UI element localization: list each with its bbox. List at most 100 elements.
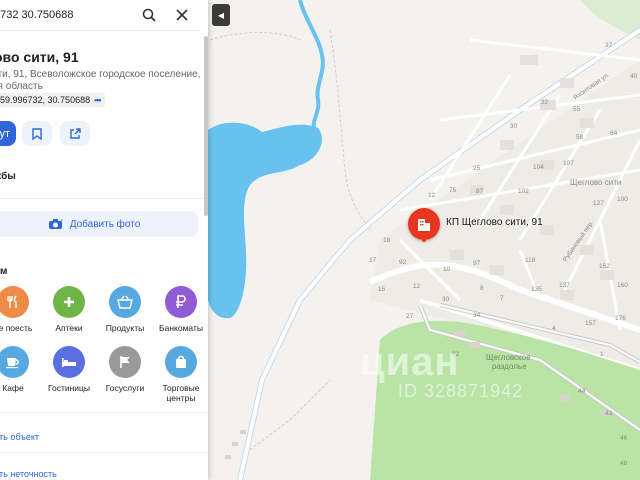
report-error-link[interactable]: ить неточность	[0, 469, 57, 479]
panel-scrollbar[interactable]	[204, 36, 208, 216]
house-number: 4	[552, 325, 556, 332]
house-number: 100	[617, 196, 628, 203]
category-label: Кафе	[2, 383, 24, 393]
pin-point	[422, 238, 426, 242]
house-number: 18	[383, 237, 391, 244]
house-number: 64	[610, 130, 618, 137]
close-icon	[176, 9, 188, 21]
category-item[interactable]: Госуслуги	[98, 346, 152, 393]
fork-knife-icon	[0, 286, 29, 318]
house-number: 75	[449, 187, 457, 194]
search-bar[interactable]: 5732 30.750688	[0, 0, 200, 31]
house-number: 12	[413, 283, 421, 290]
coordinates-text: 59.996732, 30.750688	[0, 95, 91, 105]
house-number: 137	[559, 282, 570, 289]
bookmark-icon	[32, 127, 42, 140]
category-item[interactable]: Торговые центры	[154, 346, 208, 403]
svg-text:+: +	[60, 218, 63, 224]
add-photo-button[interactable]: + Добавить фото	[0, 211, 198, 237]
coordinates-chip[interactable]: 59.996732, 30.750688 •••	[0, 93, 105, 107]
category-label: Торговые центры	[162, 383, 200, 403]
flag-icon	[109, 346, 141, 378]
chevron-left-icon: ◀	[217, 10, 225, 20]
category-item[interactable]: Кафе	[0, 346, 40, 393]
bookmark-button[interactable]	[22, 121, 52, 146]
house-number: 55	[573, 106, 581, 113]
house-number: 97	[473, 260, 481, 267]
share-icon	[70, 127, 81, 139]
house-number: 135	[531, 286, 542, 293]
house-number: 10	[443, 266, 451, 273]
house-number: 17	[369, 257, 377, 264]
house-number: 104	[533, 164, 544, 171]
watermark: циан ID 328871942	[360, 340, 523, 402]
house-number: 58	[576, 134, 584, 141]
house-number: 40	[630, 73, 638, 80]
search-icon	[142, 8, 156, 22]
place-panel: 5732 30.750688 ово сити, 91 ити, 91, Все…	[0, 0, 208, 480]
house-number: 127	[593, 200, 604, 207]
address-line-2: ая область	[0, 81, 43, 92]
house-number: 25	[473, 165, 481, 172]
divider	[0, 412, 208, 413]
category-item[interactable]: Аптеки	[42, 286, 96, 333]
more-icon[interactable]: •••	[94, 95, 102, 105]
house-number: 43	[605, 410, 613, 417]
house-number: 44	[578, 388, 586, 395]
house-number: 8	[480, 285, 484, 292]
house-number: 92	[399, 259, 407, 266]
house-number: 12	[428, 192, 436, 199]
add-photo-label: Добавить фото	[69, 218, 141, 230]
category-item[interactable]: Банкоматы	[154, 286, 208, 333]
shopping-bag-icon	[165, 346, 197, 378]
category-label: Госуслуги	[105, 383, 145, 393]
house-number: 87	[476, 188, 484, 195]
plus-icon	[53, 286, 85, 318]
address-line-1: ити, 91, Всеволожское городское поселени…	[0, 69, 201, 80]
bed-icon	[53, 346, 85, 378]
category-item[interactable]: де поесть	[0, 286, 40, 333]
route-button[interactable]: ут	[0, 121, 16, 146]
house-number: 37	[605, 42, 613, 49]
location-pin[interactable]	[408, 208, 440, 240]
category-item[interactable]: Гостиницы	[42, 346, 96, 393]
close-button[interactable]	[171, 4, 193, 26]
basket-icon	[109, 286, 141, 318]
divider	[0, 452, 208, 453]
category-label: Банкоматы	[159, 323, 203, 333]
share-button[interactable]	[60, 121, 90, 146]
house-number: 157	[585, 320, 596, 327]
house-number: 118	[525, 257, 536, 264]
place-address: ити, 91, Всеволожское городское поселени…	[0, 69, 200, 93]
house-number: 30	[442, 296, 450, 303]
search-button[interactable]	[138, 4, 160, 26]
search-input[interactable]: 5732 30.750688	[0, 9, 74, 21]
house-number: 160	[617, 282, 628, 289]
house-number: 107	[563, 160, 574, 167]
watermark-id: ID 328871942	[398, 381, 524, 401]
house-number: 7	[500, 295, 504, 302]
house-number: 34	[473, 312, 481, 319]
category-label: Продукты	[105, 323, 145, 333]
house-number: 46	[620, 435, 628, 442]
pin-label: КП Щеглово сити, 91	[446, 217, 543, 228]
nearby-heading: ом	[0, 266, 8, 277]
category-label: Гостиницы	[47, 383, 91, 393]
house-number: 30	[510, 123, 518, 130]
add-object-link[interactable]: ить объект	[0, 432, 39, 442]
camera-icon: +	[48, 218, 63, 229]
divider	[0, 198, 208, 199]
category-label: де поесть	[0, 323, 33, 333]
house-number: 152	[599, 263, 610, 270]
category-item[interactable]: Продукты	[98, 286, 152, 333]
watermark-brand: циан	[360, 340, 460, 384]
house-number: 176	[615, 315, 626, 322]
collapse-panel-button[interactable]: ◀	[212, 4, 230, 26]
house-number: 27	[406, 313, 414, 320]
place-title: ово сити, 91	[0, 49, 79, 65]
services-heading: жбы	[0, 171, 16, 182]
house-number: 32	[541, 99, 549, 106]
house-number: 15	[378, 286, 386, 293]
cup-icon	[0, 346, 29, 378]
house-number: 48	[620, 460, 628, 467]
